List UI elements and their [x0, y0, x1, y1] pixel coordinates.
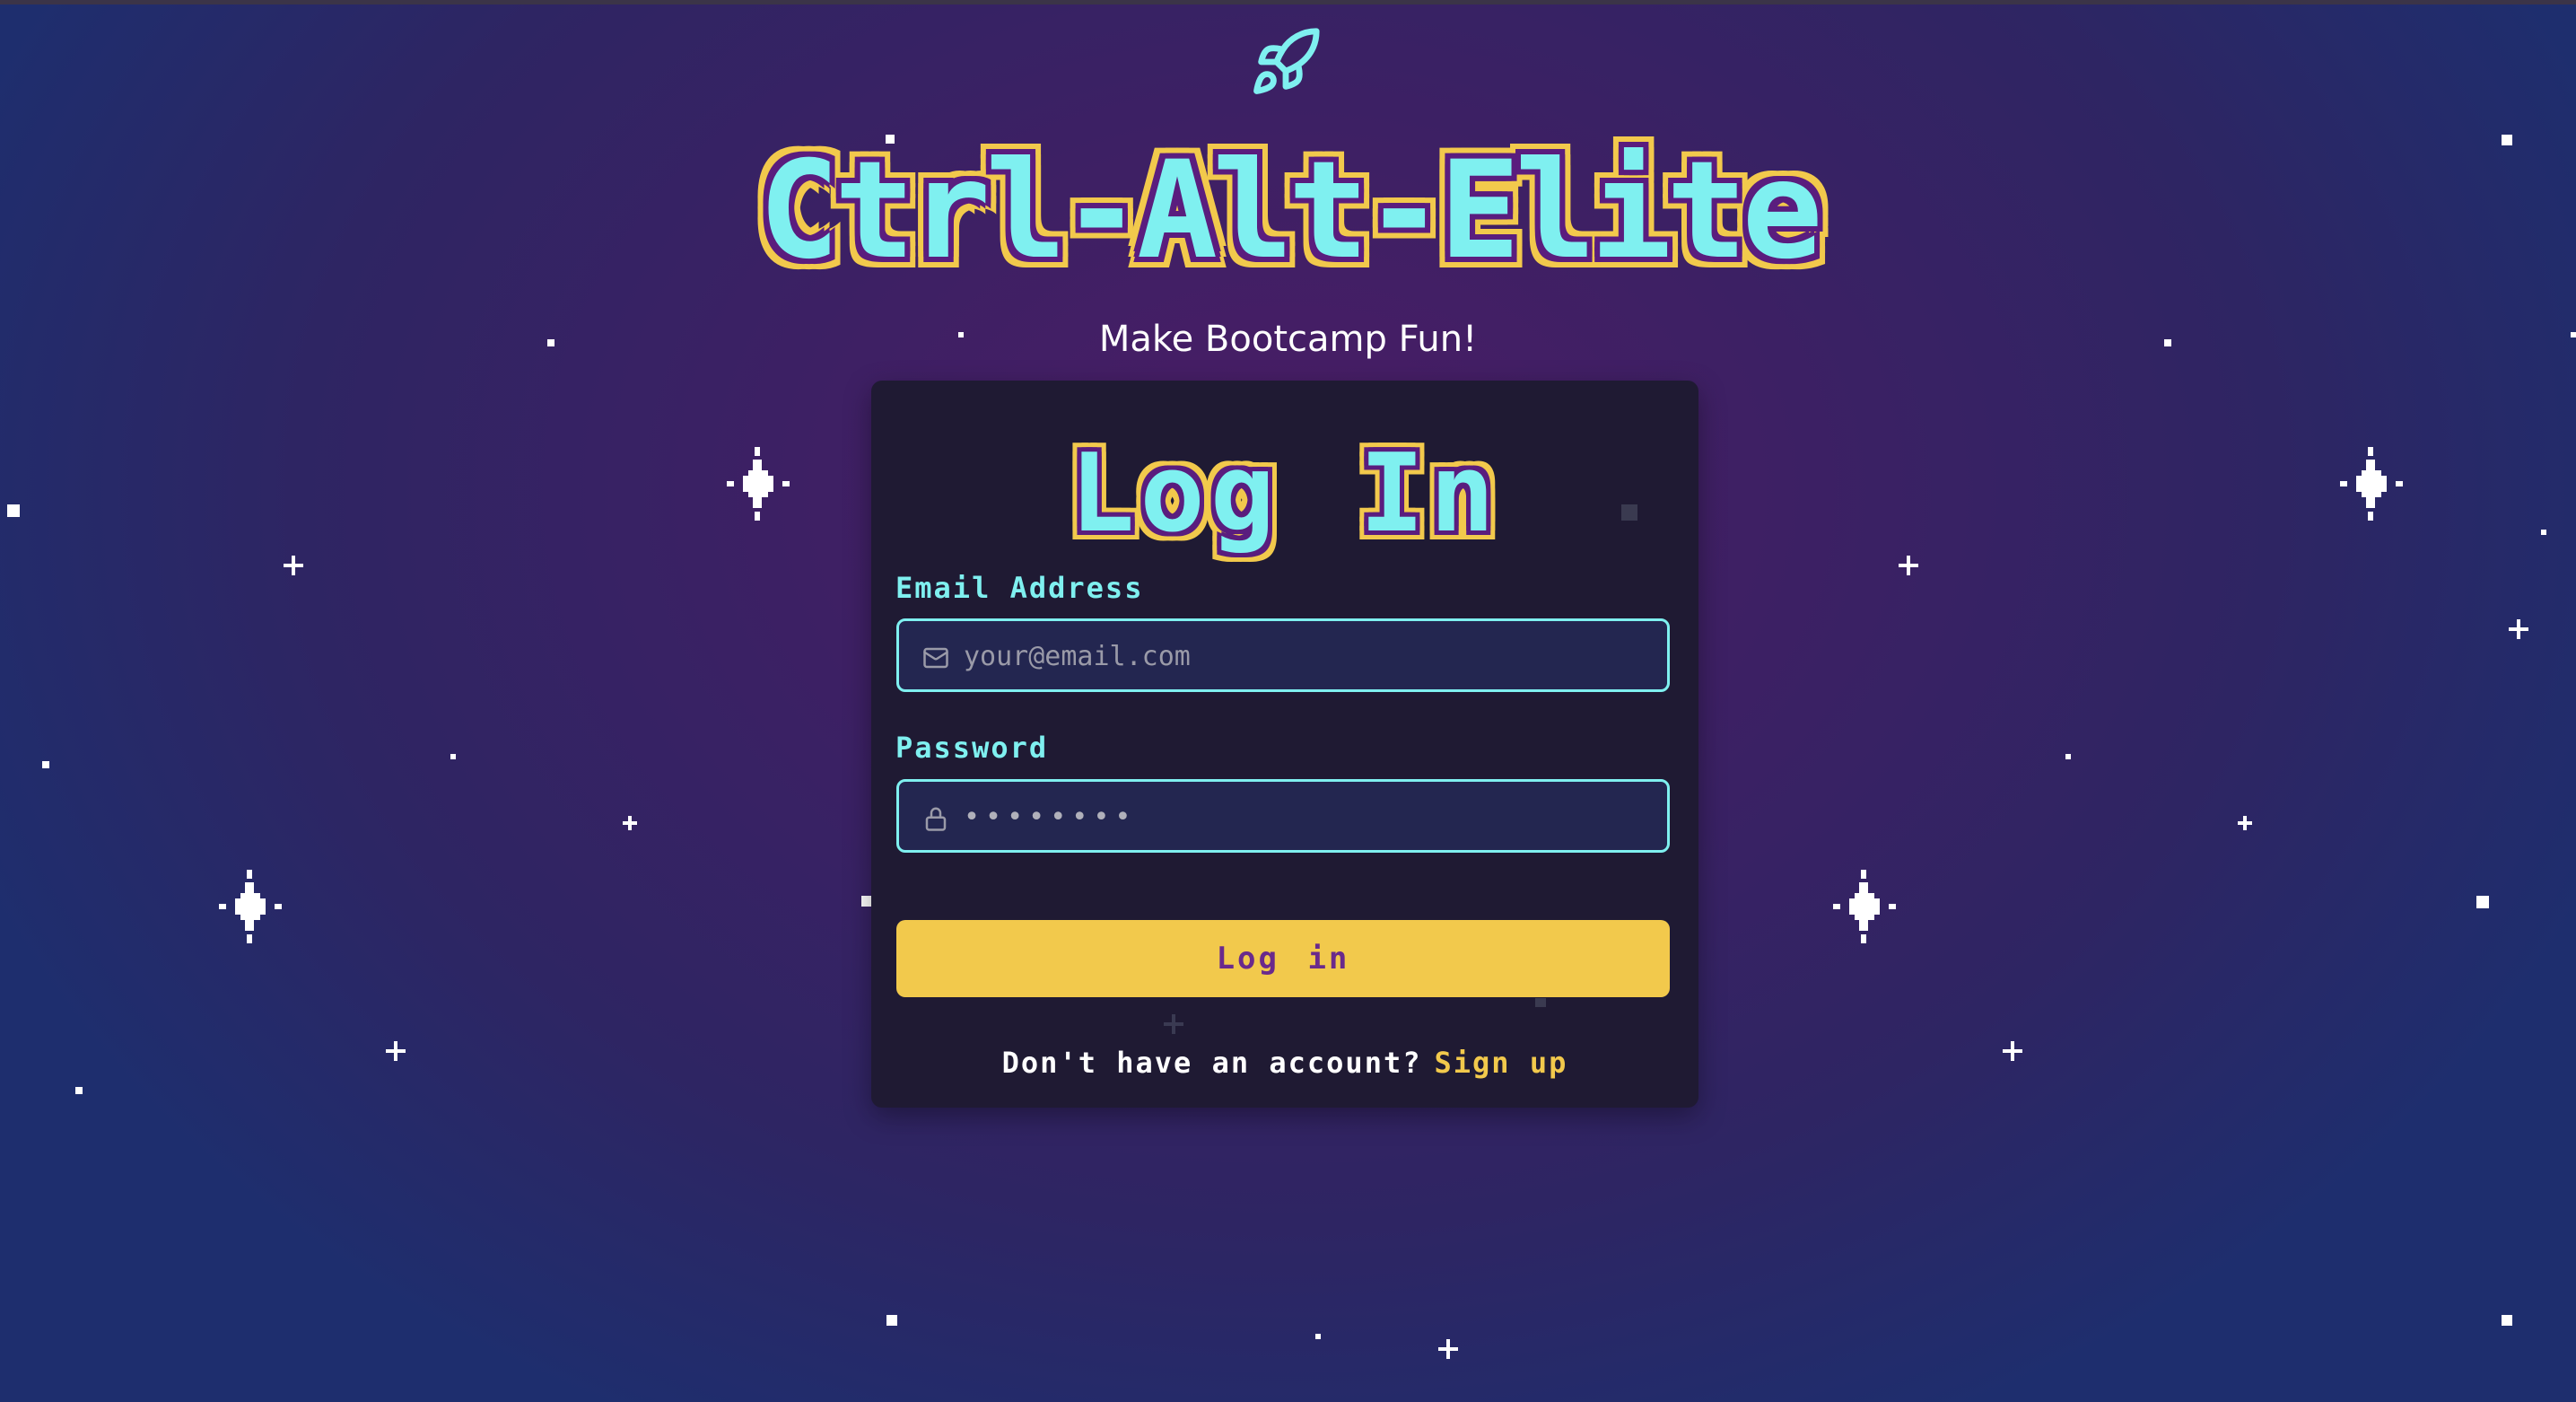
signup-link[interactable]: Sign up [1434, 1046, 1567, 1080]
window-top-border [0, 0, 2576, 4]
login-button[interactable]: Log in [896, 920, 1670, 997]
password-label: Password [895, 731, 1049, 765]
email-input[interactable] [962, 621, 1656, 691]
rocket-icon [1253, 28, 1320, 94]
login-card: Log In Email Address Password Log in Don… [871, 381, 1698, 1108]
password-field-container[interactable] [896, 779, 1670, 853]
decorative-square [1621, 504, 1637, 521]
signup-prompt-line: Don't have an account? Sign up [871, 1045, 1698, 1081]
lock-icon [925, 807, 947, 831]
mail-icon [923, 647, 948, 669]
signup-prompt-text: Don't have an account? [1001, 1046, 1422, 1080]
decorative-square [1535, 998, 1546, 1007]
tagline: Make Bootcamp Fun! [1098, 319, 1478, 360]
password-input[interactable] [962, 782, 1656, 852]
email-field-container[interactable] [896, 618, 1670, 692]
login-heading: Log In [1070, 432, 1500, 556]
app-title: Ctrl-Alt-Elite [758, 133, 1822, 289]
email-label: Email Address [895, 571, 1144, 605]
decorative-plus [1164, 1014, 1183, 1034]
